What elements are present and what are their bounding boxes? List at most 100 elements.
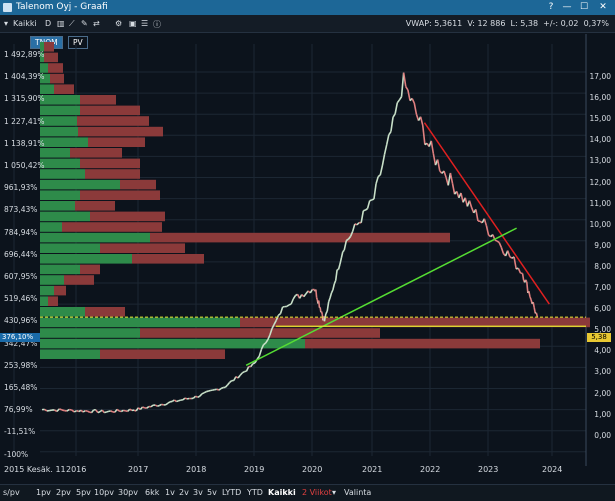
x-axis-label: 2019 xyxy=(244,465,264,474)
left-axis-label: -100% xyxy=(4,450,28,459)
downtrend-line xyxy=(424,123,549,304)
price-segment xyxy=(438,160,440,171)
close-icon[interactable]: ✕ xyxy=(596,1,610,14)
interval-chevron-icon[interactable]: ▾ xyxy=(332,488,336,497)
list-icon[interactable]: ☰ xyxy=(141,19,148,28)
price-segment xyxy=(159,404,161,405)
price-segment xyxy=(179,400,181,401)
window-title: Talenom Oyj - Graafi xyxy=(16,2,108,12)
right-axis-label: 4,00 xyxy=(587,346,611,355)
dropdown-icon[interactable]: ▾ xyxy=(4,19,8,28)
price-segment xyxy=(87,411,89,412)
price-segment xyxy=(221,388,223,389)
kaikki-button[interactable]: Kaikki xyxy=(13,19,37,28)
volume-profile-down-bar xyxy=(64,275,94,285)
range-2pv[interactable]: 2pv xyxy=(56,488,71,497)
period-d-button[interactable]: D xyxy=(45,19,51,28)
toolbar: ▾ Kaikki D ▥ ⟋ ✎ ⇄ ⚙ ▣ ☰ ⓘ VWAP: 5,3611 … xyxy=(0,15,615,33)
range-10pv[interactable]: 10pv xyxy=(94,488,114,497)
price-segment xyxy=(317,298,318,300)
right-axis-label: 16,00 xyxy=(587,93,611,102)
volume-profile-down-bar xyxy=(62,222,162,232)
volume-profile-up-bar xyxy=(40,127,78,137)
price-segment xyxy=(202,393,204,394)
range-5v[interactable]: 5v xyxy=(207,488,217,497)
left-axis-label: 873,43% xyxy=(4,205,37,214)
price-segment xyxy=(450,173,452,183)
price-segment xyxy=(96,410,98,413)
volume-profile-down-bar xyxy=(44,42,54,52)
range-lytd[interactable]: LYTD xyxy=(222,488,241,497)
range-30pv[interactable]: 30pv xyxy=(118,488,138,497)
price-segment xyxy=(378,175,380,177)
volume-profile-down-bar xyxy=(44,53,58,63)
price-chart[interactable] xyxy=(0,34,615,474)
left-axis-label: 430,96% xyxy=(4,316,37,325)
settings-icon[interactable]: ⚙ xyxy=(115,19,122,28)
layout-icon[interactable]: ▣ xyxy=(129,19,137,28)
volume-profile-down-bar xyxy=(75,201,115,211)
range-ytd[interactable]: YTD xyxy=(247,488,263,497)
price-segment xyxy=(166,403,168,405)
right-axis-label: 7,00 xyxy=(587,283,611,292)
price-segment xyxy=(333,284,334,290)
x-axis-label: 2018 xyxy=(186,465,206,474)
draw-icon[interactable]: ✎ xyxy=(81,19,88,28)
right-axis-label: 3,00 xyxy=(587,367,611,376)
volume-profile-down-bar xyxy=(77,116,149,126)
range-5pv[interactable]: 5pv xyxy=(76,488,91,497)
price-segment xyxy=(62,410,64,411)
price-segment xyxy=(193,396,195,398)
help-icon[interactable]: ? xyxy=(544,1,558,14)
price-segment xyxy=(111,411,113,412)
price-segment xyxy=(147,407,149,409)
price-segment xyxy=(259,349,261,356)
right-axis-label: 10,00 xyxy=(587,220,611,229)
range-3v[interactable]: 3v xyxy=(193,488,203,497)
price-segment xyxy=(343,250,344,251)
minimize-icon[interactable]: — xyxy=(560,1,574,14)
volume-profile-down-bar xyxy=(85,307,125,317)
price-segment xyxy=(240,373,242,375)
price-segment xyxy=(130,409,132,410)
price-segment xyxy=(74,411,76,412)
info-icon[interactable]: ⓘ xyxy=(153,19,161,30)
range-s-pv[interactable]: s/pv xyxy=(3,488,20,497)
left-axis-label: 784,94% xyxy=(4,228,37,237)
valinta-button[interactable]: Valinta xyxy=(344,488,371,497)
left-axis-label: 1 050,42% xyxy=(4,161,45,170)
price-segment xyxy=(81,410,83,412)
right-axis-label: 17,00 xyxy=(587,72,611,81)
range-1pv[interactable]: 1pv xyxy=(36,488,51,497)
chart-type-icon[interactable]: ▥ xyxy=(57,19,65,28)
range-kaikki[interactable]: Kaikki xyxy=(268,488,296,497)
interval-select[interactable]: 2 Viikot xyxy=(302,488,332,497)
price-segment xyxy=(370,200,372,201)
price-segment xyxy=(501,247,503,253)
price-segment xyxy=(534,308,535,314)
line-icon[interactable]: ⟋ xyxy=(69,19,75,29)
price-segment xyxy=(253,363,255,364)
price-segment xyxy=(77,411,79,412)
price-segment xyxy=(104,412,106,413)
price-segment xyxy=(341,252,342,258)
range-2v[interactable]: 2v xyxy=(179,488,189,497)
price-segment xyxy=(143,407,145,408)
price-segment xyxy=(385,145,387,154)
volume-profile-down-bar xyxy=(48,296,58,306)
range-6kk[interactable]: 6kk xyxy=(145,488,159,497)
price-segment xyxy=(329,298,330,302)
compare-icon[interactable]: ⇄ xyxy=(93,19,100,28)
price-segment xyxy=(330,293,331,298)
range-1v[interactable]: 1v xyxy=(165,488,175,497)
left-axis-label: 253,98% xyxy=(4,361,37,370)
volume-profile-up-bar xyxy=(40,265,80,275)
volume-profile-up-bar xyxy=(40,296,48,306)
right-axis-label: 11,00 xyxy=(587,199,611,208)
volume-profile-up-bar xyxy=(40,106,80,116)
price-segment xyxy=(431,141,433,154)
maximize-icon[interactable]: ☐ xyxy=(577,1,591,14)
x-axis-label: 2015 Kesäk. 11 xyxy=(4,465,66,474)
price-segment xyxy=(208,391,210,392)
price-segment xyxy=(174,400,176,402)
